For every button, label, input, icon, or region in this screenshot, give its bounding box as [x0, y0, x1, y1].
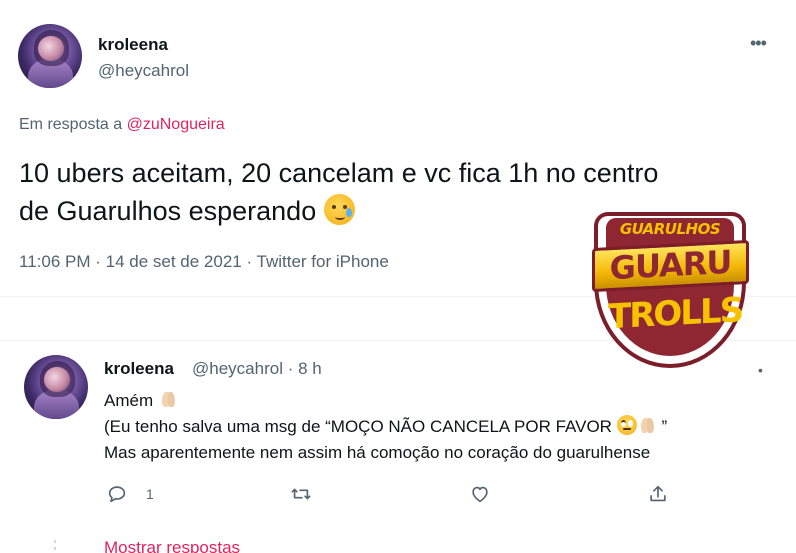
more-horizontal-icon[interactable]: •••: [750, 33, 774, 53]
tweet-text-line: 10 ubers aceitam, 20 cancelam e vc fica …: [19, 158, 659, 188]
reply-context: Em resposta a @zuNogueira: [19, 116, 225, 134]
guarutrolls-watermark-logo: GUARULHOS GUARU TROLLS: [588, 208, 753, 372]
reply-text-line-2: (Eu tenho salva uma msg de “MOÇO NÃO CAN…: [104, 414, 774, 440]
reply-context-prefix: Em resposta a: [19, 116, 123, 133]
face-with-rolling-eyes-icon: [616, 415, 637, 435]
reply-line: Amém: [104, 391, 154, 410]
reply-count: 1: [146, 486, 154, 502]
reply-display-name[interactable]: kroleena: [104, 359, 174, 379]
tweet-timestamp[interactable]: 11:06 PM · 14 de set de 2021 · Twitter f…: [19, 252, 389, 272]
share-icon: [650, 485, 666, 502]
thread-connector: [54, 547, 56, 550]
share-button[interactable]: [647, 483, 669, 505]
reply-line-end: ”: [661, 417, 668, 436]
show-replies-link[interactable]: Mostrar respostas: [104, 538, 240, 553]
like-button[interactable]: [469, 483, 491, 505]
user-handle[interactable]: @heycahrol: [98, 61, 189, 81]
folded-hands-icon: [637, 415, 657, 435]
watermark-bottom-text: TROLLS: [608, 290, 743, 338]
tweet-text-line: de Guarulhos esperando: [19, 196, 317, 226]
reply-icon: [108, 486, 126, 503]
reply-text: Amém (Eu tenho salva uma msg de “MOÇO NÃ…: [104, 388, 774, 466]
face-holding-back-tears-icon: [323, 194, 355, 225]
retweet-icon: [291, 488, 311, 500]
reply-text-line-3: Mas aparentemente nem assim há comoção n…: [104, 443, 651, 462]
reply-handle-time[interactable]: @heycahrol · 8 h: [192, 359, 322, 379]
display-name[interactable]: kroleena: [98, 35, 168, 55]
thread-connector: [54, 540, 56, 543]
folded-hands-icon: [158, 389, 178, 409]
reply-button[interactable]: 1: [106, 483, 154, 505]
avatar[interactable]: [18, 24, 82, 88]
reply-text-line-1: Amém: [104, 388, 774, 414]
heart-icon: [472, 486, 488, 503]
retweet-button[interactable]: [290, 483, 312, 505]
more-dot-icon[interactable]: •: [758, 362, 763, 378]
avatar[interactable]: [24, 355, 88, 419]
reply-line: (Eu tenho salva uma msg de “MOÇO NÃO CAN…: [104, 417, 612, 436]
watermark-top-text: GUARULHOS: [619, 220, 721, 238]
reply-context-mention-link[interactable]: @zuNogueira: [127, 116, 225, 133]
